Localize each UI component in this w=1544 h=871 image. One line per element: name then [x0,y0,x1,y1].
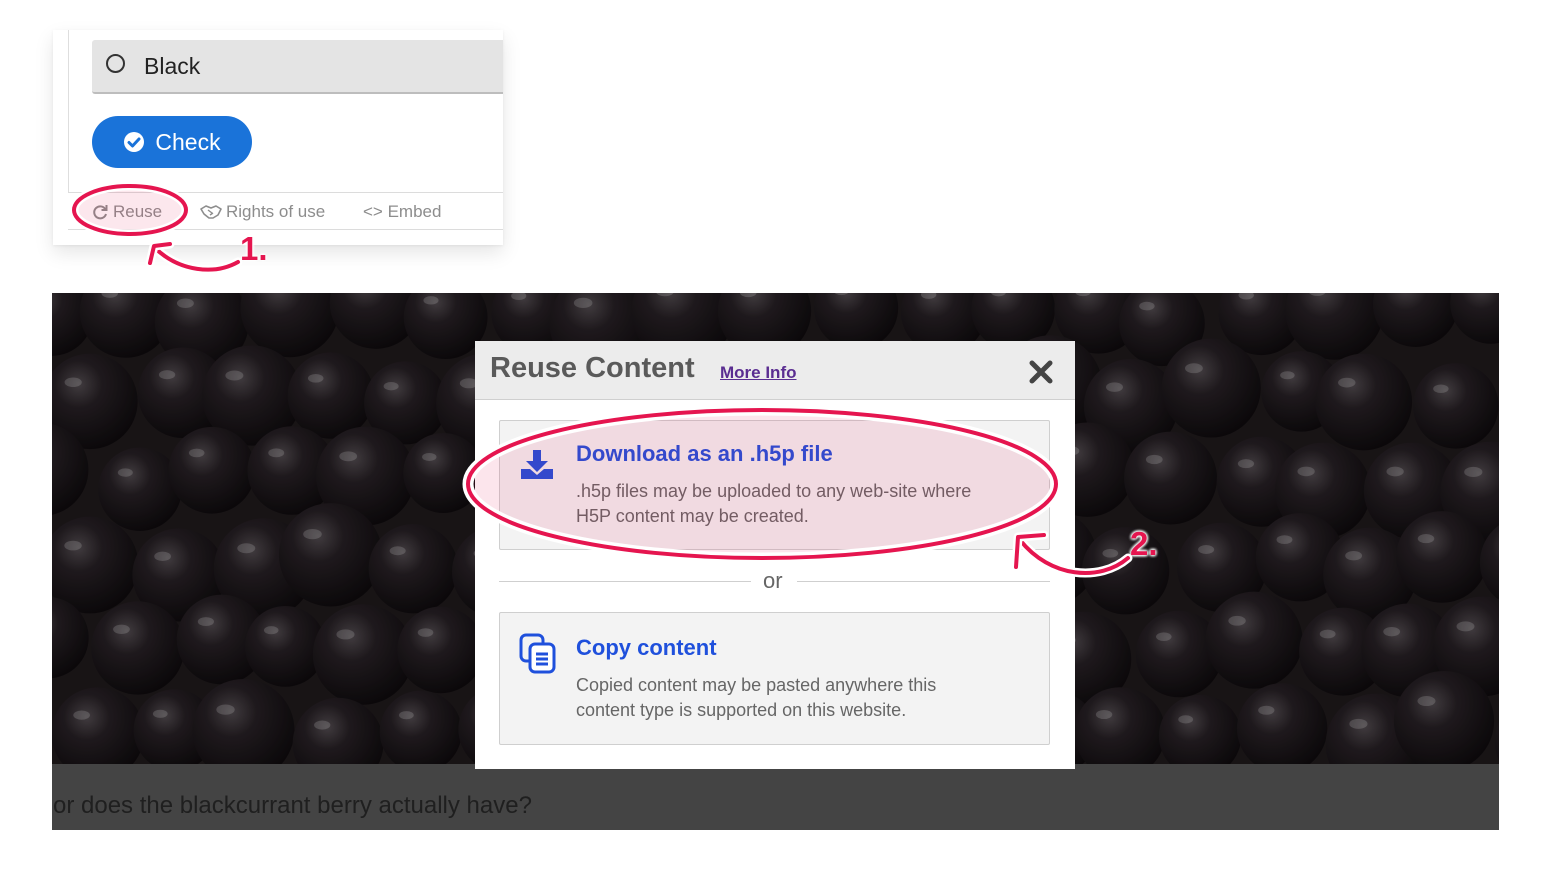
rights-of-use-button[interactable]: Rights of use [200,202,325,222]
embed-label: <> Embed [363,202,442,221]
step-2-label: 2. [1130,525,1158,562]
download-title: Download as an .h5p file [576,441,833,466]
card-divider [68,30,69,192]
copy-title: Copy content [576,635,717,660]
close-icon[interactable] [1026,357,1056,387]
rights-of-use-label: Rights of use [226,202,326,221]
download-description-line2: H5P content may be created. [576,506,809,526]
dialog-header: Reuse Content More Info [475,341,1075,400]
separator-line-left [499,581,751,582]
dialog-title: Reuse Content [490,352,695,384]
radio-button[interactable] [106,54,125,73]
separator-or: or [763,568,783,593]
check-button-label: Check [155,128,221,155]
check-circle-icon [124,132,145,152]
download-icon [521,450,553,479]
copy-icon [519,633,556,674]
handshake-icon [200,205,222,219]
check-button[interactable]: Check [92,116,252,168]
more-info-link[interactable]: More Info [720,363,797,383]
copy-option[interactable]: Copy content Copied content may be paste… [499,612,1050,745]
reuse-button[interactable]: Reuse [91,202,162,222]
copy-description-line2: content type is supported on this websit… [576,700,907,720]
embed-button[interactable]: <> Embed [363,202,441,222]
separator-line-right [797,581,1050,582]
content-card: Black Check Reuse Rights of use <> Embed [53,30,503,245]
reuse-dialog: Reuse Content More Info Download as an .… [475,341,1075,769]
reuse-label: Reuse [113,202,163,221]
action-bar: Reuse Rights of use <> Embed [68,192,503,230]
download-description-line1: .h5p files may be uploaded to any web-si… [576,481,972,501]
step-1-label: 1. [240,230,268,267]
copy-description-line1: Copied content may be pasted anywhere th… [576,675,937,695]
step1-arrow [150,243,243,275]
answer-option-label: Black [144,53,201,79]
download-option[interactable]: Download as an .h5p file .h5p files may … [499,420,1050,550]
refresh-icon [93,205,108,220]
answer-option-black[interactable]: Black [92,40,503,94]
caption-text: or does the blackcurrant berry actually … [53,792,532,819]
